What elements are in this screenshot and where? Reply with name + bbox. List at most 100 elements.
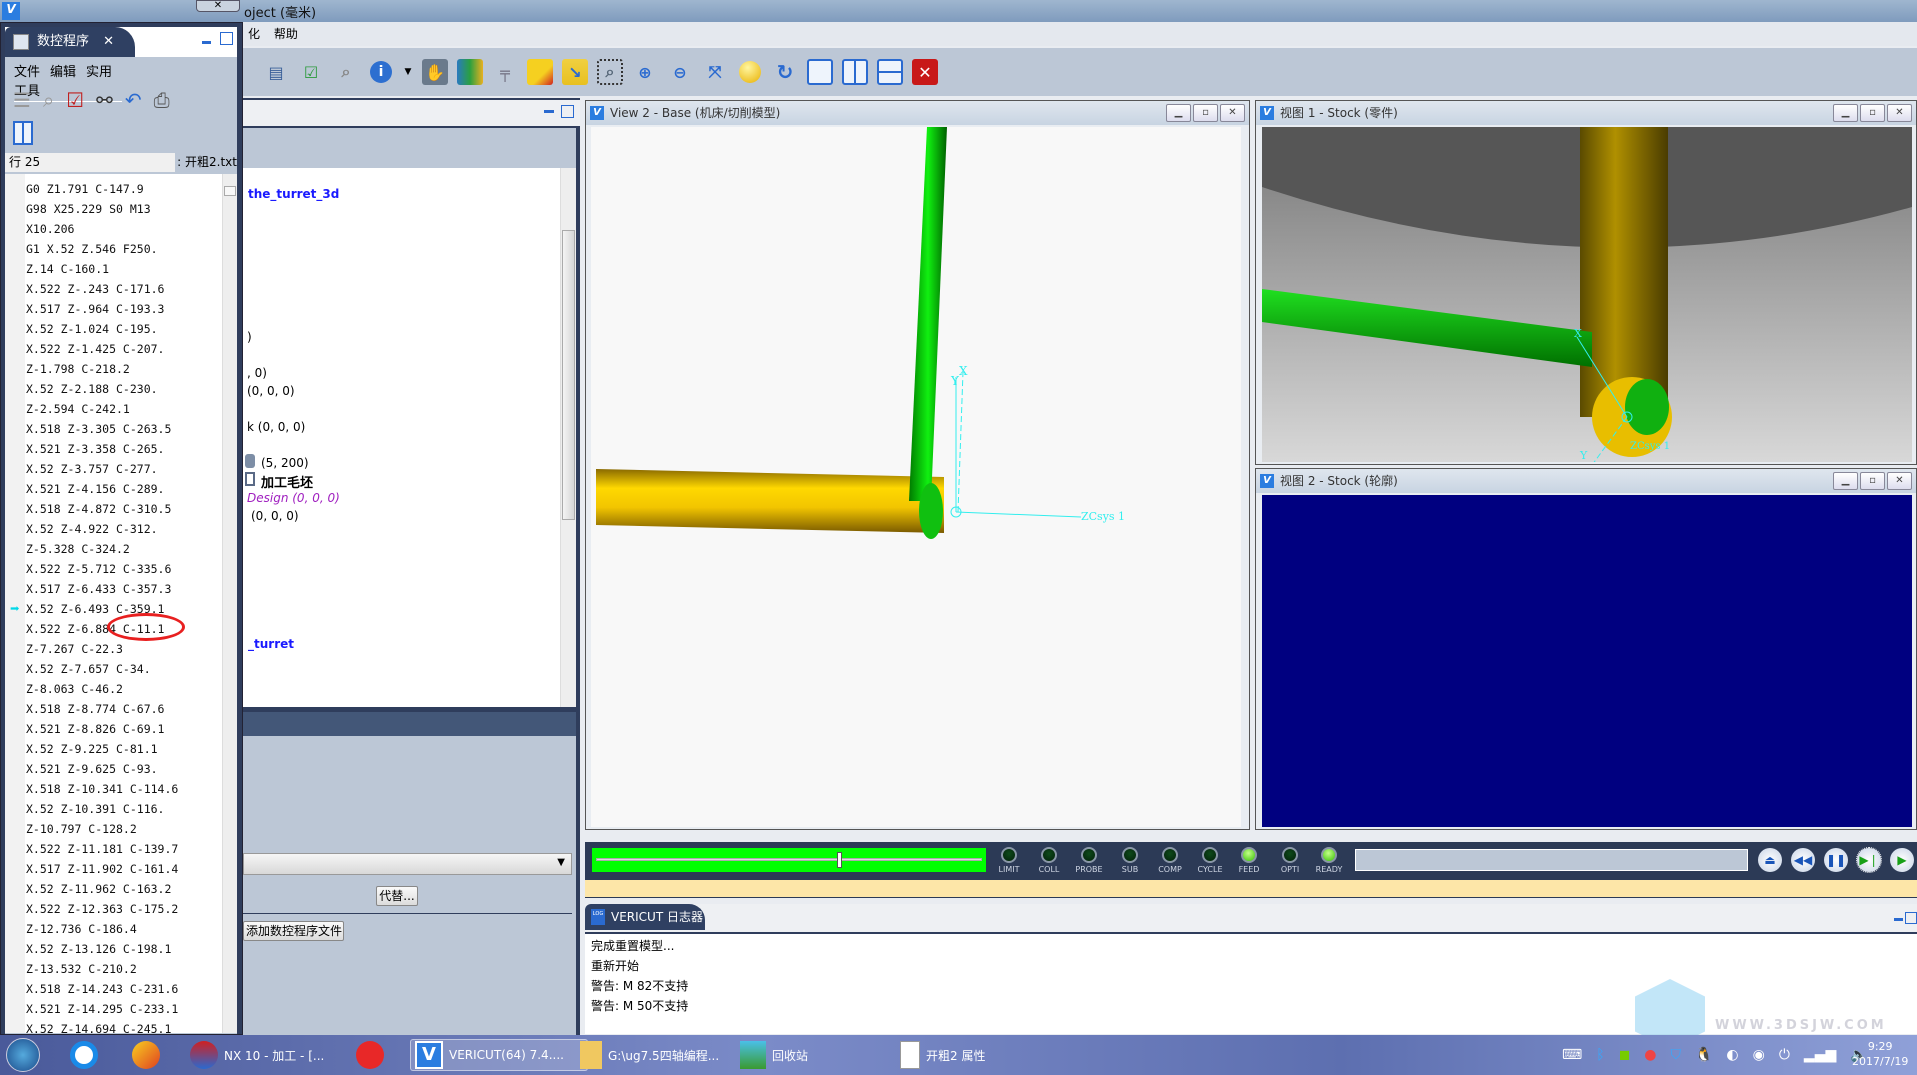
undo-icon[interactable]: ↶ [125, 87, 142, 113]
nc-line[interactable]: X.521 Z-14.295 C-233.1 [26, 999, 178, 1019]
nc-code-list[interactable]: G0 Z1.791 C-147.9 G98 X25.229 S0 M13 X10.2… [5, 174, 237, 1036]
minimize-icon[interactable] [202, 41, 211, 44]
nc-line[interactable]: Z-13.532 C-210.2 [26, 959, 137, 979]
add-nc-program-button[interactable]: 添加数控程序文件 [243, 921, 344, 941]
menu-edit[interactable]: 编辑 [50, 65, 76, 80]
menu-item[interactable]: 化 [248, 27, 260, 41]
zoom-in-icon[interactable]: ⊕ [632, 59, 658, 85]
zoom-window-icon[interactable]: ⌕ [597, 59, 623, 85]
color-icon[interactable] [527, 59, 553, 85]
nc-line[interactable]: Z-12.736 C-186.4 [26, 919, 137, 939]
simulation-speed-slider[interactable] [592, 848, 986, 872]
nc-line[interactable]: X.521 Z-3.358 C-265. [26, 439, 164, 459]
step-forward-icon[interactable]: ▶❘ [1856, 847, 1882, 873]
scrollbar-thumb[interactable] [562, 230, 575, 520]
nc-line[interactable]: G1 X.52 Z.546 F250. [26, 239, 158, 259]
tray-app2-icon[interactable]: ◉ [1753, 1047, 1765, 1063]
nc-line[interactable]: X.517 Z-11.902 C-161.4 [26, 859, 178, 879]
tree-node[interactable]: (0, 0, 0) [247, 384, 295, 398]
tree-node-stock[interactable]: 加工毛坯 [261, 472, 313, 491]
nc-search-icon[interactable]: ⌕ [333, 59, 359, 85]
tree-node[interactable]: k (0, 0, 0) [247, 420, 305, 434]
rotate-icon[interactable]: ↻ [772, 59, 798, 85]
menu-item-help[interactable]: 帮助 [274, 27, 298, 41]
nvidia-icon[interactable]: ◼ [1619, 1047, 1631, 1063]
step-list-icon[interactable]: ☰ [13, 87, 31, 113]
minimize-button[interactable]: ▁ [1833, 472, 1858, 490]
nc-line[interactable]: Z-1.798 C-218.2 [26, 359, 130, 379]
maximize-button[interactable]: ▫ [1860, 472, 1885, 490]
nc-search-icon[interactable]: ⌕ [43, 87, 54, 113]
network-icon[interactable]: ▂▄▆ [1804, 1047, 1836, 1063]
tree-scrollbar[interactable] [560, 168, 576, 707]
close-button[interactable]: ✕ [1887, 472, 1912, 490]
viewport-3d-part[interactable]: X Y ZCsys 1 [1262, 127, 1912, 462]
fit-icon[interactable]: ⤧ [702, 59, 728, 85]
tree-node[interactable]: ) [247, 330, 252, 344]
nc-line[interactable]: X.517 Z-.964 C-193.3 [26, 299, 164, 319]
nc-line[interactable]: X.52 Z-3.757 C-277. [26, 459, 158, 479]
nc-line[interactable]: X.52 Z-7.657 C-34. [26, 659, 151, 679]
nc-check-icon[interactable]: ☑ [298, 59, 324, 85]
nc-line[interactable]: X.521 Z-4.156 C-289. [26, 479, 164, 499]
nc-check-icon[interactable]: ☑ [66, 87, 84, 113]
nc-line[interactable]: Z-7.267 C-22.3 [26, 639, 123, 659]
replace-button[interactable]: 代替... [376, 886, 418, 906]
split-view-icon[interactable] [13, 121, 33, 145]
power-icon[interactable]: ⏻ [1779, 1047, 1790, 1063]
nc-line[interactable]: X.518 Z-14.243 C-231.6 [26, 979, 178, 999]
maximize-button[interactable]: ▫ [1860, 104, 1885, 122]
clock[interactable]: 9:29 2017/7/19 [1852, 1039, 1908, 1069]
rewind-to-start-icon[interactable]: ⏏ [1758, 848, 1782, 872]
print-icon[interactable]: ⎙ [154, 87, 170, 113]
single-view-icon[interactable] [807, 59, 833, 85]
scrollbar-thumb[interactable] [224, 186, 236, 196]
model-icon[interactable] [457, 59, 483, 85]
viewport-3d-base[interactable]: X Y ZCsys 1 [591, 127, 1241, 827]
nc-line[interactable]: X.52 Z-4.922 C-312. [26, 519, 158, 539]
nc-line[interactable]: X.52 Z-2.188 C-230. [26, 379, 158, 399]
tree-node-machine[interactable]: the_turret_3d [248, 187, 339, 201]
nc-line[interactable]: Z-10.797 C-128.2 [26, 819, 137, 839]
minimize-button[interactable]: ▁ [1833, 104, 1858, 122]
qq-icon[interactable]: 🐧 [1695, 1047, 1712, 1063]
slider-thumb[interactable] [836, 852, 842, 868]
taskbar-item-nx[interactable]: NX 10 - 加工 - [... [190, 1039, 324, 1071]
binoculars-icon[interactable]: ⚯ [96, 87, 113, 113]
viewport-profile[interactable] [1262, 495, 1912, 827]
taskbar-item-recycle-bin[interactable]: 回收站 [740, 1039, 808, 1071]
nc-line[interactable]: X.52 Z-11.962 C-163.2 [26, 879, 171, 899]
app-tray-icon[interactable]: ● [1644, 1047, 1656, 1063]
nc-line[interactable]: X.522 Z-11.181 C-139.7 [26, 839, 178, 859]
nc-line[interactable]: G98 X25.229 S0 M13 [26, 199, 151, 219]
undock-icon[interactable] [561, 105, 574, 118]
shield-icon[interactable]: ⛉ [1670, 1047, 1681, 1063]
tray-app-icon[interactable]: ◐ [1726, 1047, 1738, 1063]
nc-line[interactable]: Z-2.594 C-242.1 [26, 399, 130, 419]
play-icon[interactable]: ▶ [1890, 848, 1914, 872]
app-icon[interactable] [132, 1041, 160, 1069]
maximize-button[interactable]: ▫ [1193, 104, 1218, 122]
dropdown-icon[interactable]: ▼ [403, 59, 413, 85]
menu-file[interactable]: 文件 [14, 65, 40, 80]
nc-line[interactable]: X.522 Z-12.363 C-175.2 [26, 899, 178, 919]
nc-line[interactable]: X.518 Z-3.305 C-263.5 [26, 419, 171, 439]
split-horizontal-icon[interactable] [877, 59, 903, 85]
nc-line[interactable]: Z.14 C-160.1 [26, 259, 109, 279]
nc-line[interactable]: G0 Z1.791 C-147.9 [26, 179, 144, 199]
browser-icon[interactable] [70, 1041, 98, 1069]
pause-icon[interactable]: ❚❚ [1824, 848, 1848, 872]
minimize-button[interactable]: ▁ [1166, 104, 1191, 122]
tree-node-design[interactable]: Design (0, 0, 0) [247, 491, 340, 505]
nc-line[interactable]: X.521 Z-9.625 C-93. [26, 759, 158, 779]
info-icon[interactable]: i [368, 59, 394, 85]
nc-line[interactable]: Z-5.328 C-324.2 [26, 539, 130, 559]
taskbar-item-properties[interactable]: 开粗2 属性 [900, 1039, 985, 1071]
log-tab[interactable]: LOG VERICUT 日志器 [585, 904, 705, 930]
taskbar-item-vericut[interactable]: V VERICUT(64) 7.4.... [410, 1039, 588, 1071]
nc-line[interactable]: X.52 Z-9.225 C-81.1 [26, 739, 158, 759]
close-button[interactable]: ✕ [1887, 104, 1912, 122]
bluetooth-icon[interactable]: ᛒ [1596, 1047, 1604, 1063]
nc-scrollbar[interactable] [222, 174, 237, 1033]
split-vertical-icon[interactable] [842, 59, 868, 85]
